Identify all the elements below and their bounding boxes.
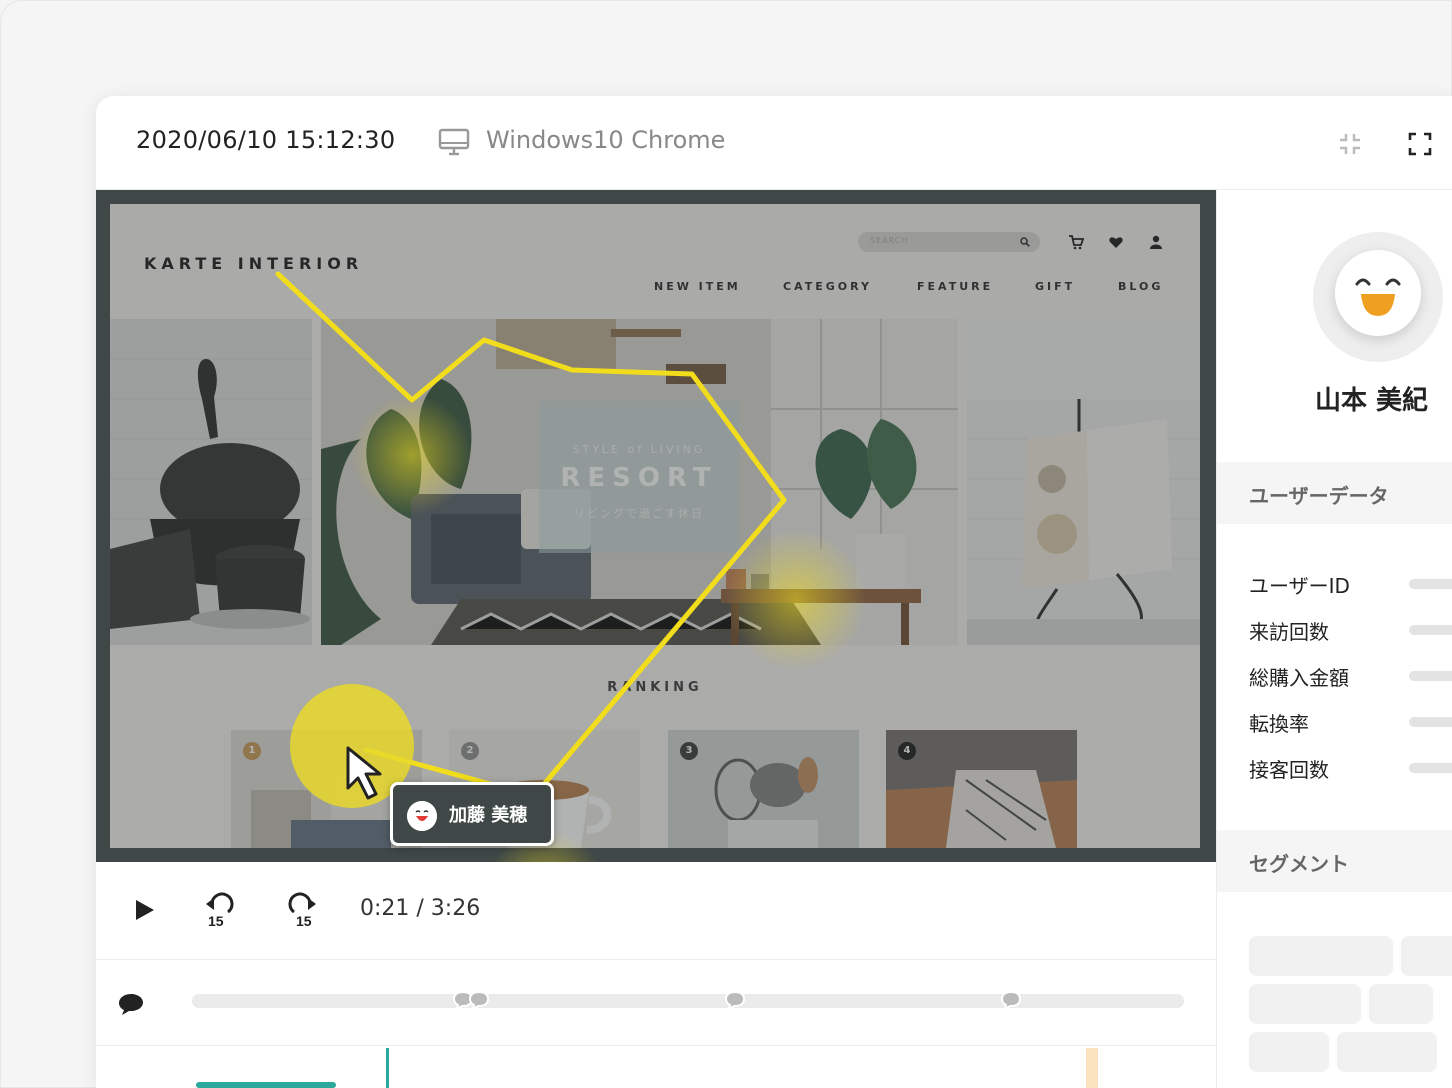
chat-marker-icon[interactable] [724,990,746,1010]
play-icon[interactable] [126,892,162,928]
ranking-item-3: 3 [668,730,859,848]
chat-icon [119,994,143,1015]
hero-title: RESORT [560,463,718,493]
playhead[interactable] [386,1048,389,1088]
user-info-panel: 山本 美紀 ユーザーデータ ユーザーID 来訪回数 総購入金額 転換率 接客回数… [1216,190,1452,1088]
field-value-placeholder [1409,671,1452,681]
section-title-user-data: ユーザーデータ [1249,484,1389,508]
field-value-placeholder [1409,763,1452,773]
field-value-placeholder [1409,717,1452,727]
session-replay-window: 2020/06/10 15:12:30 Windows10 Chrome KAR… [96,96,1452,1088]
fullscreen-icon[interactable] [1408,132,1432,156]
hero-image-cookware [110,319,312,645]
chat-timeline [96,960,1216,1046]
segment-tag-placeholder [1401,936,1452,976]
field-label-conversion-rate: 転換率 [1249,712,1309,736]
heart-icon [1109,237,1123,248]
site-search-placeholder: SEARCH [870,236,909,245]
search-icon [1020,237,1030,247]
cursor-user-tag: 加藤 美穂 [390,782,554,846]
forward-15-icon[interactable]: 15 [284,892,320,928]
account-icon [1150,235,1162,249]
ranking-badge-1: 1 [243,742,261,760]
user-face-icon [1335,250,1421,336]
hero-image-book-stand [967,319,1200,645]
svg-text:15: 15 [208,913,224,928]
device-label: Windows10 Chrome [486,126,726,154]
site-search-input: SEARCH [858,232,1040,252]
session-timestamp: 2020/06/10 15:12:30 [136,126,396,154]
event-timeline [96,1046,1216,1088]
field-value-placeholder [1409,579,1452,589]
ranking-item-4: 4 [886,730,1077,848]
segment-section: セグメント [1217,830,1452,892]
site-nav-feature: FEATURE [917,280,994,293]
timeline-track[interactable] [192,994,1184,1008]
exit-fullscreen-icon[interactable] [1338,132,1362,156]
replay-viewport[interactable]: KARTE INTERIOR SEARCH NEW ITEM CATEGORY … [96,190,1216,862]
ranking-badge-4: 4 [898,742,916,760]
segment-tag-placeholder [1369,984,1433,1024]
ranking-heading: RANKING [607,680,703,695]
hero-banner: STYLE of LIVING RESORT リビングで過ごす休日 [539,401,739,553]
segment-tag-placeholder [1337,1032,1437,1072]
chat-marker-icon[interactable] [468,990,490,1010]
segment-tag-placeholder [1249,1032,1329,1072]
segment-tag-placeholder [1249,936,1393,976]
session-header: 2020/06/10 15:12:30 Windows10 Chrome [96,96,1452,190]
svg-text:15: 15 [296,913,312,928]
site-nav-blog: BLOG [1118,280,1164,293]
hero-tagline: リビングで過ごす休日 [573,507,705,520]
chat-marker-icon[interactable] [1000,990,1022,1010]
hero-subtitle: STYLE of LIVING [572,443,706,456]
rewind-15-icon[interactable]: 15 [202,892,238,928]
hero-image-living-room: STYLE of LIVING RESORT リビングで過ごす休日 [321,319,958,645]
section-title-segment: セグメント [1249,852,1349,876]
segment-tag-placeholder [1249,984,1361,1024]
event-marker[interactable] [1086,1048,1098,1088]
user-name: 山本 美紀 [1315,386,1429,416]
site-nav-new-item: NEW ITEM [654,280,741,293]
site-nav-category: CATEGORY [783,280,872,293]
field-value-placeholder [1409,625,1452,635]
user-data-section: ユーザーデータ [1217,462,1452,524]
field-label-visit-count: 来訪回数 [1249,620,1329,644]
ranking-badge-3: 3 [680,742,698,760]
event-bar [196,1082,336,1088]
field-label-user-id: ユーザーID [1249,574,1350,598]
site-header: KARTE INTERIOR SEARCH NEW ITEM CATEGORY … [110,204,1200,319]
site-nav-gift: GIFT [1035,280,1076,293]
cart-icon [1069,235,1084,250]
playback-controls: 15 15 0:21 / 3:26 [96,862,1216,960]
site-logo: KARTE INTERIOR [144,254,364,273]
field-label-action-count: 接客回数 [1249,758,1329,782]
playback-time: 0:21 / 3:26 [360,896,481,921]
ranking-badge-2: 2 [461,742,479,760]
field-label-total-purchase: 総購入金額 [1249,666,1349,690]
avatar [1313,232,1443,362]
user-face-icon [407,801,437,831]
cursor-user-name: 加藤 美穂 [449,805,528,826]
replayed-website: KARTE INTERIOR SEARCH NEW ITEM CATEGORY … [110,204,1200,848]
monitor-icon [438,128,470,156]
